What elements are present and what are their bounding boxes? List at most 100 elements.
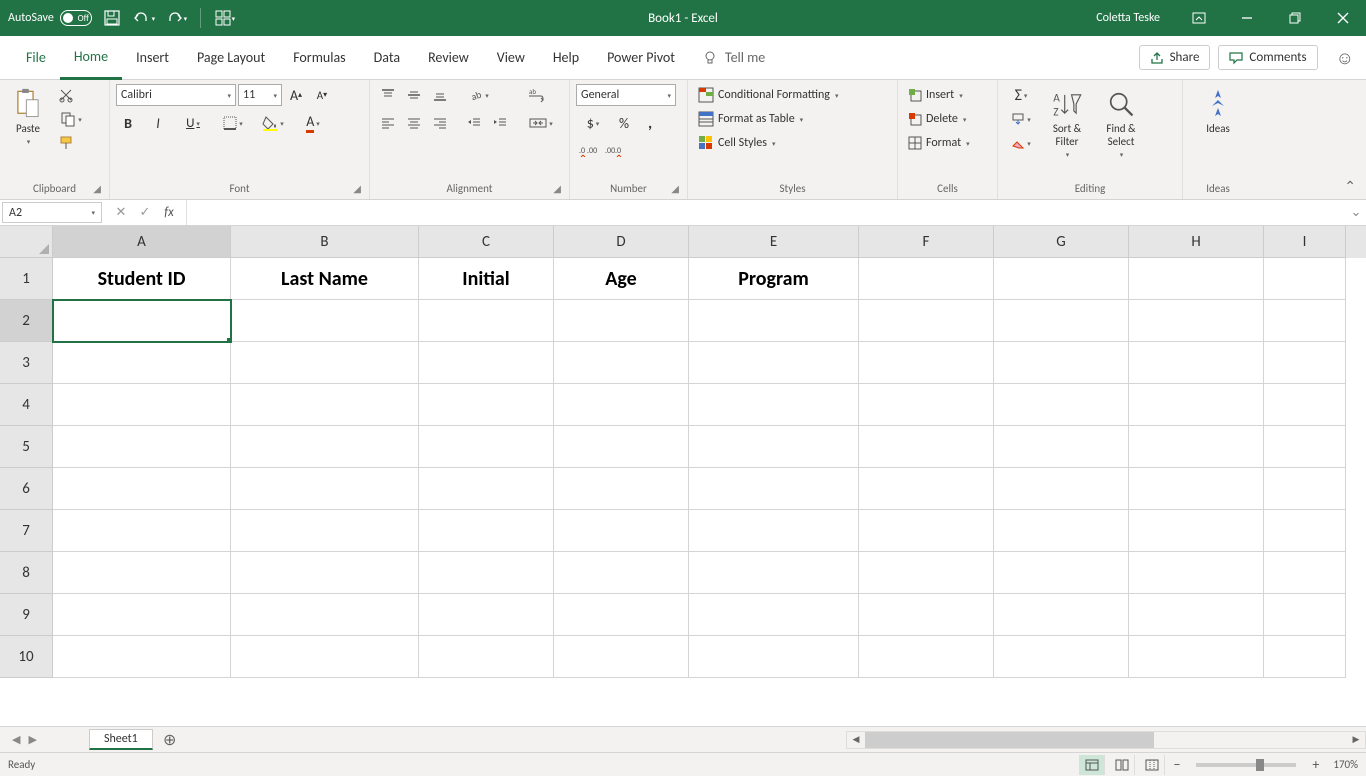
cell-G1[interactable] — [994, 258, 1129, 300]
align-left-icon[interactable] — [376, 112, 400, 134]
column-header-A[interactable]: A — [53, 226, 231, 258]
cell-C5[interactable] — [419, 426, 554, 468]
cell-G9[interactable] — [994, 594, 1129, 636]
zoom-slider[interactable] — [1196, 763, 1296, 767]
cell-I5[interactable] — [1264, 426, 1346, 468]
maximize-icon[interactable] — [1272, 0, 1318, 36]
scroll-left-icon[interactable]: ◀ — [847, 732, 865, 748]
cell-I6[interactable] — [1264, 468, 1346, 510]
tab-view[interactable]: View — [483, 36, 539, 80]
cell-H9[interactable] — [1129, 594, 1264, 636]
cell-A4[interactable] — [53, 384, 231, 426]
cell-G3[interactable] — [994, 342, 1129, 384]
cell-A6[interactable] — [53, 468, 231, 510]
cell-C2[interactable] — [419, 300, 554, 342]
tab-review[interactable]: Review — [414, 36, 483, 80]
page-break-view-icon[interactable] — [1139, 755, 1165, 775]
sort-filter-button[interactable]: AZ Sort & Filter▾ — [1042, 84, 1092, 163]
share-button[interactable]: Share — [1139, 45, 1211, 70]
touch-mode-icon[interactable]: ▾ — [213, 6, 237, 30]
increase-decimal-icon[interactable]: .0.00 — [576, 140, 600, 162]
cell-G5[interactable] — [994, 426, 1129, 468]
tab-help[interactable]: Help — [539, 36, 593, 80]
comments-button[interactable]: Comments — [1218, 45, 1317, 70]
cell-I3[interactable] — [1264, 342, 1346, 384]
autosave-toggle[interactable]: AutoSave Off — [8, 10, 92, 26]
align-top-icon[interactable] — [376, 84, 400, 106]
row-header-10[interactable]: 10 — [0, 636, 53, 678]
user-name[interactable]: Coletta Teske — [1082, 11, 1174, 25]
conditional-formatting-button[interactable]: Conditional Formatting▾ — [694, 84, 842, 106]
column-header-G[interactable]: G — [994, 226, 1129, 258]
cell-styles-button[interactable]: Cell Styles▾ — [694, 132, 842, 154]
tab-data[interactable]: Data — [360, 36, 414, 80]
cell-H4[interactable] — [1129, 384, 1264, 426]
formula-input[interactable] — [187, 200, 1346, 225]
cell-C8[interactable] — [419, 552, 554, 594]
column-header-I[interactable]: I — [1264, 226, 1346, 258]
page-layout-view-icon[interactable] — [1109, 755, 1135, 775]
cell-A9[interactable] — [53, 594, 231, 636]
select-all-button[interactable] — [0, 226, 53, 258]
enter-formula-icon[interactable]: ✓ — [134, 205, 156, 220]
find-select-button[interactable]: Find & Select▾ — [1096, 84, 1146, 163]
cell-B6[interactable] — [231, 468, 419, 510]
row-header-5[interactable]: 5 — [0, 426, 53, 468]
tell-me-search[interactable]: Tell me — [689, 36, 779, 80]
cell-H10[interactable] — [1129, 636, 1264, 678]
autosum-icon[interactable]: Σ▾ — [1004, 84, 1038, 106]
cell-G2[interactable] — [994, 300, 1129, 342]
cell-E9[interactable] — [689, 594, 859, 636]
cell-G7[interactable] — [994, 510, 1129, 552]
cell-I8[interactable] — [1264, 552, 1346, 594]
cancel-formula-icon[interactable]: ✕ — [110, 205, 132, 220]
cell-E2[interactable] — [689, 300, 859, 342]
paste-button[interactable]: Paste ▾ — [6, 84, 50, 150]
sheet-nav-prev-icon[interactable]: ◀ — [8, 733, 24, 746]
cell-H3[interactable] — [1129, 342, 1264, 384]
save-icon[interactable] — [100, 6, 124, 30]
cell-D8[interactable] — [554, 552, 689, 594]
number-dialog-launcher[interactable]: ◢ — [671, 182, 679, 195]
cell-B7[interactable] — [231, 510, 419, 552]
collapse-ribbon-icon[interactable]: ⌃ — [1334, 80, 1366, 199]
undo-icon[interactable]: ▾ — [132, 6, 156, 30]
decrease-indent-icon[interactable] — [462, 112, 486, 134]
cell-B4[interactable] — [231, 384, 419, 426]
cell-C3[interactable] — [419, 342, 554, 384]
normal-view-icon[interactable] — [1079, 755, 1105, 775]
cell-D6[interactable] — [554, 468, 689, 510]
cell-D7[interactable] — [554, 510, 689, 552]
cell-G4[interactable] — [994, 384, 1129, 426]
cell-B10[interactable] — [231, 636, 419, 678]
cell-B3[interactable] — [231, 342, 419, 384]
cell-B5[interactable] — [231, 426, 419, 468]
cell-H2[interactable] — [1129, 300, 1264, 342]
cell-C7[interactable] — [419, 510, 554, 552]
cell-F1[interactable] — [859, 258, 994, 300]
minimize-icon[interactable] — [1224, 0, 1270, 36]
alignment-dialog-launcher[interactable]: ◢ — [553, 182, 561, 195]
cell-D9[interactable] — [554, 594, 689, 636]
cell-I10[interactable] — [1264, 636, 1346, 678]
cell-A3[interactable] — [53, 342, 231, 384]
cell-F9[interactable] — [859, 594, 994, 636]
comma-icon[interactable]: , — [638, 112, 662, 134]
font-size-select[interactable]: 11▾ — [238, 84, 282, 106]
cell-E7[interactable] — [689, 510, 859, 552]
border-icon[interactable]: ▾ — [216, 112, 250, 134]
cell-D4[interactable] — [554, 384, 689, 426]
orientation-icon[interactable]: ab▾ — [462, 84, 496, 106]
tab-file[interactable]: File — [12, 36, 60, 80]
tab-formulas[interactable]: Formulas — [279, 36, 359, 80]
cell-H5[interactable] — [1129, 426, 1264, 468]
cell-G8[interactable] — [994, 552, 1129, 594]
italic-icon[interactable]: I — [146, 112, 170, 134]
tab-insert[interactable]: Insert — [122, 36, 183, 80]
cell-B1[interactable]: Last Name — [231, 258, 419, 300]
currency-icon[interactable]: $▾ — [576, 112, 610, 134]
cell-A7[interactable] — [53, 510, 231, 552]
cell-A8[interactable] — [53, 552, 231, 594]
wrap-text-icon[interactable]: ab — [524, 84, 548, 106]
bold-icon[interactable]: B — [116, 112, 140, 134]
